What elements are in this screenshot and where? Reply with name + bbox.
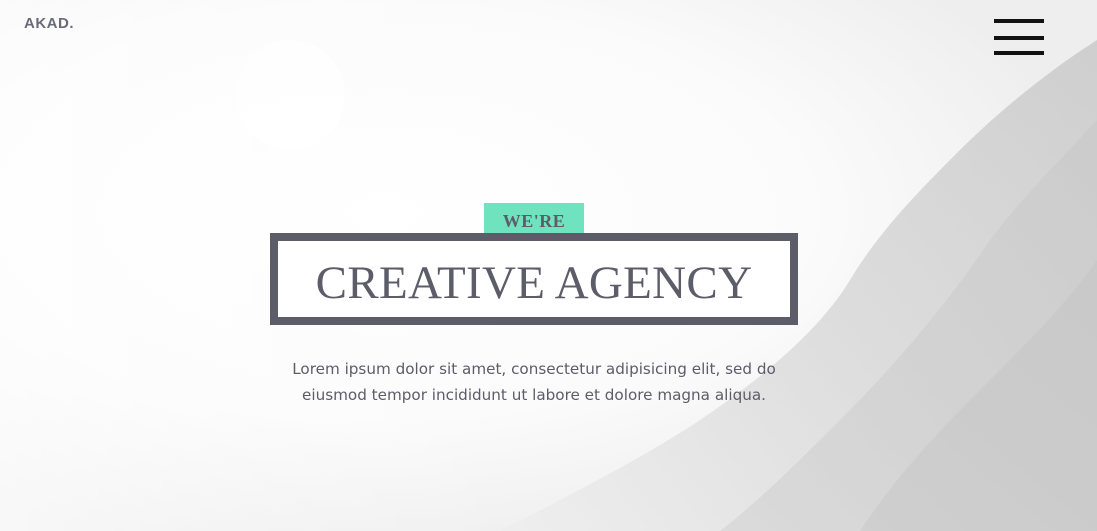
hero-headline: CREATIVE AGENCY bbox=[315, 257, 753, 309]
hamburger-menu-icon-bar-top bbox=[994, 19, 1044, 23]
hamburger-menu-icon-bar-bottom bbox=[994, 51, 1044, 55]
hamburger-menu-icon-bar-middle bbox=[994, 36, 1044, 40]
tagline-badge: WE'RE bbox=[484, 203, 584, 234]
hamburger-menu-button[interactable] bbox=[988, 14, 1050, 62]
hero-description-line-2: eiusmod tempor incididunt ut labore et d… bbox=[302, 386, 766, 404]
hero-description: Lorem ipsum dolor sit amet, consectetur … bbox=[284, 356, 784, 408]
brand-logo[interactable]: AKAD. bbox=[24, 15, 74, 32]
hero-description-line-1: Lorem ipsum dolor sit amet, consectetur … bbox=[292, 360, 776, 378]
headline-box: CREATIVE AGENCY bbox=[270, 233, 798, 325]
hero-section: AKAD. WE'RE CREATIVE AGENCY Lorem ipsum … bbox=[0, 0, 1097, 531]
